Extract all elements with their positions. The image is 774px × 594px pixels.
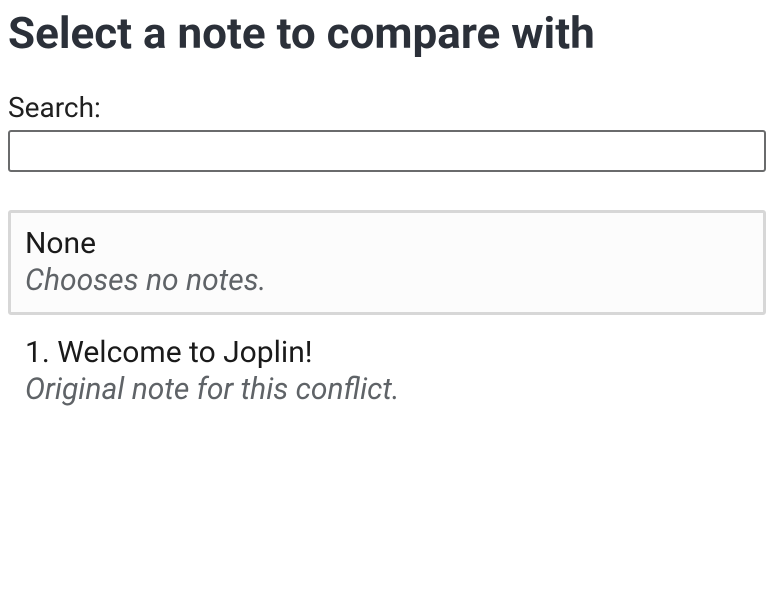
list-item-title: 1. Welcome to Joplin! [25, 334, 749, 372]
list-item-subtitle: Original note for this conflict. [25, 371, 749, 409]
list-item-subtitle: Chooses no notes. [25, 262, 749, 300]
list-item-none[interactable]: None Chooses no notes. [8, 210, 766, 315]
search-label: Search: [8, 91, 766, 124]
note-list: None Chooses no notes. 1. Welcome to Jop… [8, 210, 766, 424]
list-item-note[interactable]: 1. Welcome to Joplin! Original note for … [8, 319, 766, 424]
search-input[interactable] [8, 130, 766, 172]
page-title: Select a note to compare with [8, 8, 766, 59]
list-item-title: None [25, 225, 749, 263]
